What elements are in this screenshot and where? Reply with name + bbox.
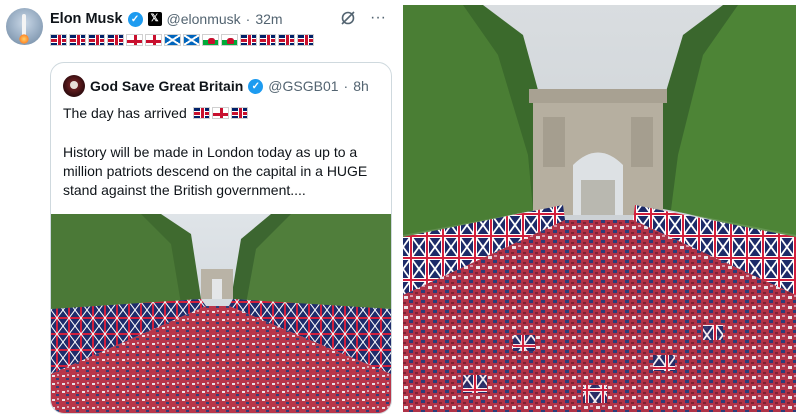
tweet-header: Elon Musk ✓ 𝕏 @elonmusk · 32m [50,10,283,28]
quoted-author-avatar[interactable] [63,75,85,97]
uk-flag-icon [297,34,314,46]
quoted-flag-row [192,107,248,119]
quoted-headline: The day has arrived [63,105,248,121]
quoted-tweet-time[interactable]: 8h [353,78,369,94]
uk-flag-icon [278,34,295,46]
quoted-author-name[interactable]: God Save Great Britain [90,78,243,94]
tweet-actions: ··· [340,9,386,27]
england-flag-icon [126,34,143,46]
quoted-body-text: History will be made in London today as … [63,144,368,198]
uk-flag-icon [240,34,257,46]
uk-flag-icon [50,34,67,46]
england-flag-icon [145,34,162,46]
scotland-flag-icon [183,34,200,46]
author-handle[interactable]: @elonmusk [167,11,241,27]
uk-flag-icon [259,34,276,46]
wales-flag-icon [221,34,238,46]
enlarged-photo[interactable] [403,5,796,412]
uk-flag-icon [192,107,210,119]
quoted-tweet-header: God Save Great Britain ✓ @GSGB01 · 8h [63,75,369,97]
tweet-time[interactable]: 32m [255,11,282,27]
uk-flag-icon [88,34,105,46]
x-logo-icon: 𝕏 [147,12,162,26]
author-avatar[interactable] [6,8,43,45]
author-name[interactable]: Elon Musk [50,11,123,27]
england-flag-icon [211,107,229,119]
rocket-flame [19,34,29,44]
uk-flag-icon [69,34,86,46]
verified-badge-icon: ✓ [248,78,264,94]
scotland-flag-icon [164,34,181,46]
uk-flag-icon [230,107,248,119]
dot-separator: · [245,11,251,27]
tweet: Elon Musk ✓ 𝕏 @elonmusk · 32m ··· God Sa… [0,0,400,420]
quoted-tweet[interactable]: God Save Great Britain ✓ @GSGB01 · 8h Th… [50,62,392,414]
more-icon[interactable]: ··· [370,9,386,27]
uk-flag-icon [107,34,124,46]
quoted-author-handle[interactable]: @GSGB01 [268,78,338,94]
verified-badge-icon: ✓ [127,11,143,27]
rocket-shape [22,14,26,36]
flag-emoji-row [50,34,314,46]
quoted-tweet-image[interactable] [51,214,391,414]
dot-separator: · [343,78,349,94]
grok-icon[interactable] [340,10,356,26]
quoted-headline-text: The day has arrived [63,105,187,121]
wales-flag-icon [202,34,219,46]
